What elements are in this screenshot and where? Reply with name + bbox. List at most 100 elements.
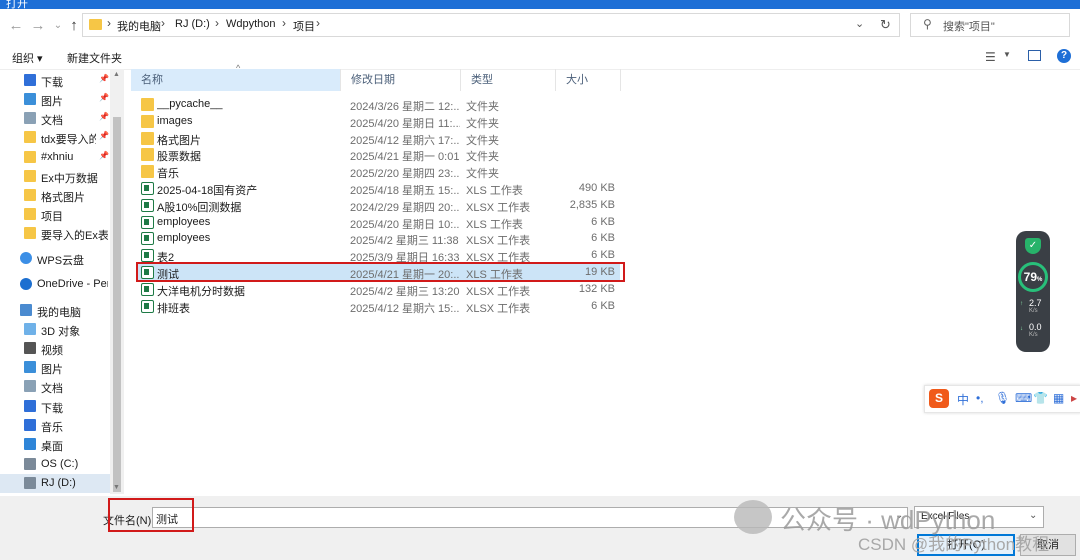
sidebar-item[interactable]: 图片 [0,358,110,377]
breadcrumb-item[interactable]: Wdpython [226,18,276,30]
sidebar-item[interactable]: 视频 [0,339,110,358]
ime-toolbar[interactable]: S 中 •, 🎙 ⌨ 👕 ▦ ▸ [924,385,1080,413]
breadcrumb-item[interactable]: 项目 [293,18,315,34]
sidebar-item-label: 图片 [41,364,63,376]
keyboard-icon[interactable]: ⌨ [1015,391,1032,405]
sidebar-item[interactable]: 要导入的Ex表格 [0,224,110,243]
folder-icon [24,208,36,220]
file-name: 大洋电机分时数据 [157,285,245,298]
microphone-icon[interactable]: 🎙 [995,391,1010,405]
file-name: employees [157,215,211,228]
sidebar-item[interactable]: #xhniu 📌 [0,148,110,167]
file-size: 490 KB [578,182,615,194]
up-arrow-icon[interactable]: ↑ [64,16,84,36]
sidebar-item-label: tdx要导入的扌 [41,134,96,146]
excel-file-icon [141,282,154,296]
file-name: A股10%回测数据 [157,201,242,214]
system-monitor-widget[interactable]: ✓ 79% ↑ 2.7 K/s ↓ 0.0 K/s [1016,231,1050,352]
more-icon[interactable]: ▸ [1071,391,1077,405]
file-row[interactable]: employees 2025/4/20 星期日 10:... XLS 工作表 6 KB [136,214,620,231]
scroll-up-icon[interactable]: ▲ [113,71,120,78]
usage-unit: % [1037,277,1043,283]
sidebar-item[interactable]: 文档 [0,377,110,396]
sidebar-item[interactable]: OS (C:) [0,455,110,474]
file-type: XLSX 工作表 [466,235,531,248]
search-input[interactable]: ⚲ 搜索"项目" [910,13,1070,37]
sidebar-item[interactable]: 下载 [0,397,110,416]
sidebar-item-label: #xhniu [41,151,74,163]
sidebar-item[interactable]: 图片 📌 [0,90,110,109]
breadcrumb-separator: › [316,16,320,30]
title-bar: 打开 [0,0,1080,10]
sidebar-item[interactable]: 桌面 [0,435,110,454]
sidebar-item-label: 文档 [41,383,63,395]
sidebar-item[interactable]: 3D 对象 [0,320,110,339]
file-date: 2025/2/20 星期四 23:... [350,168,460,181]
file-row[interactable]: images 2025/4/20 星期日 11:... 文件夹 [136,113,620,130]
sidebar-item[interactable]: 我的电脑 [0,301,110,320]
sidebar-item[interactable]: RJ (D:) [0,474,110,493]
file-row[interactable]: 排班表 2025/4/12 星期六 15:... XLSX 工作表 6 KB [136,298,620,315]
sidebar-item[interactable]: 音乐 [0,416,110,435]
file-row[interactable]: 股票数据 2025/4/21 星期一 0:01 文件夹 [136,146,620,163]
pictures-icon [24,93,36,105]
sidebar-item-label: 格式图片 [41,192,85,204]
sidebar-item[interactable]: 格式图片 [0,186,110,205]
view-options-icon[interactable]: ☰ [985,50,996,64]
folder-icon [24,151,36,163]
address-bar[interactable]: › 我的电脑 › RJ (D:) › Wdpython › 项目 › ⌄ ↻ [82,13,900,37]
usage-gauge: 79% [1018,262,1048,292]
chevron-down-icon[interactable]: ▼ [1003,50,1011,59]
folder-icon [89,19,102,30]
toolbox-icon[interactable]: ▦ [1053,391,1064,405]
file-name: 股票数据 [157,151,201,164]
file-row[interactable]: employees 2025/4/2 星期三 11:38 XLSX 工作表 6 KB [136,230,620,247]
skin-icon[interactable]: 👕 [1033,391,1048,405]
file-size: 6 KB [591,215,615,228]
sidebar-item-label: 3D 对象 [41,326,81,338]
file-type: 文件夹 [466,168,499,181]
column-header-date[interactable]: 修改日期 [341,69,461,91]
sidebar-item[interactable]: 文档 📌 [0,109,110,128]
refresh-icon[interactable]: ↻ [880,17,891,33]
sidebar-item[interactable]: OneDrive - Perso [0,275,110,294]
file-row[interactable]: __pycache__ 2024/3/26 星期二 12:... 文件夹 [136,96,620,113]
breadcrumb-item[interactable]: 我的电脑 [117,18,161,34]
file-row[interactable]: A股10%回测数据 2024/2/29 星期四 20:... XLSX 工作表 2,8… [136,197,620,214]
scrollbar-thumb[interactable] [113,117,121,492]
sidebar-item[interactable]: 项目 [0,205,110,224]
column-header-type[interactable]: 类型 [461,69,556,91]
organize-button[interactable]: 组织 ▾ [12,50,43,66]
file-row[interactable]: 音乐 2025/2/20 星期四 23:... 文件夹 [136,163,620,180]
sidebar-item[interactable]: WPS云盘 [0,249,110,268]
file-size: 6 KB [591,249,615,262]
file-size: 6 KB [591,232,615,245]
ime-mode[interactable]: 中 [957,391,969,408]
file-name: 格式图片 [157,134,201,147]
sidebar-item-label: RJ (D:) [41,477,76,489]
forward-arrow-icon[interactable]: → [28,16,48,36]
sidebar-item[interactable]: Ex中万数据 [0,167,110,186]
file-row[interactable]: 格式图片 2025/4/12 星期六 17:... 文件夹 [136,130,620,147]
sidebar-item-label: 下载 [41,77,63,89]
file-name: 排班表 [157,302,190,315]
sidebar-item-label: WPS云盘 [37,255,85,267]
download-icon [24,74,36,86]
column-header-size[interactable]: 大小 [556,69,621,91]
breadcrumb-item[interactable]: RJ (D:) [175,18,210,30]
sidebar-item[interactable]: 下载 📌 [0,71,110,90]
file-row[interactable]: 大洋电机分时数据 2025/4/2 星期三 13:20 XLSX 工作表 132 KB [136,281,620,298]
file-row[interactable]: 2025-04-18国有资产 2025/4/18 星期五 15:... XLS 工作… [136,180,620,197]
sidebar-item[interactable]: tdx要导入的扌📌 [0,128,110,147]
new-folder-button[interactable]: 新建文件夹 [67,50,122,66]
navigation-scrollbar[interactable]: ▲ ▼ [110,69,124,494]
sort-ascending-icon: ^ [236,63,241,73]
scroll-down-icon[interactable]: ▼ [113,484,120,491]
back-arrow-icon[interactable]: ← [6,16,26,36]
music-icon [24,419,36,431]
help-icon[interactable]: ? [1057,49,1071,63]
upload-unit: K/s [1029,308,1038,314]
chevron-down-icon[interactable]: ⌄ [855,17,864,30]
preview-pane-icon[interactable] [1028,50,1041,61]
punctuation-icon[interactable]: •, [976,391,984,405]
